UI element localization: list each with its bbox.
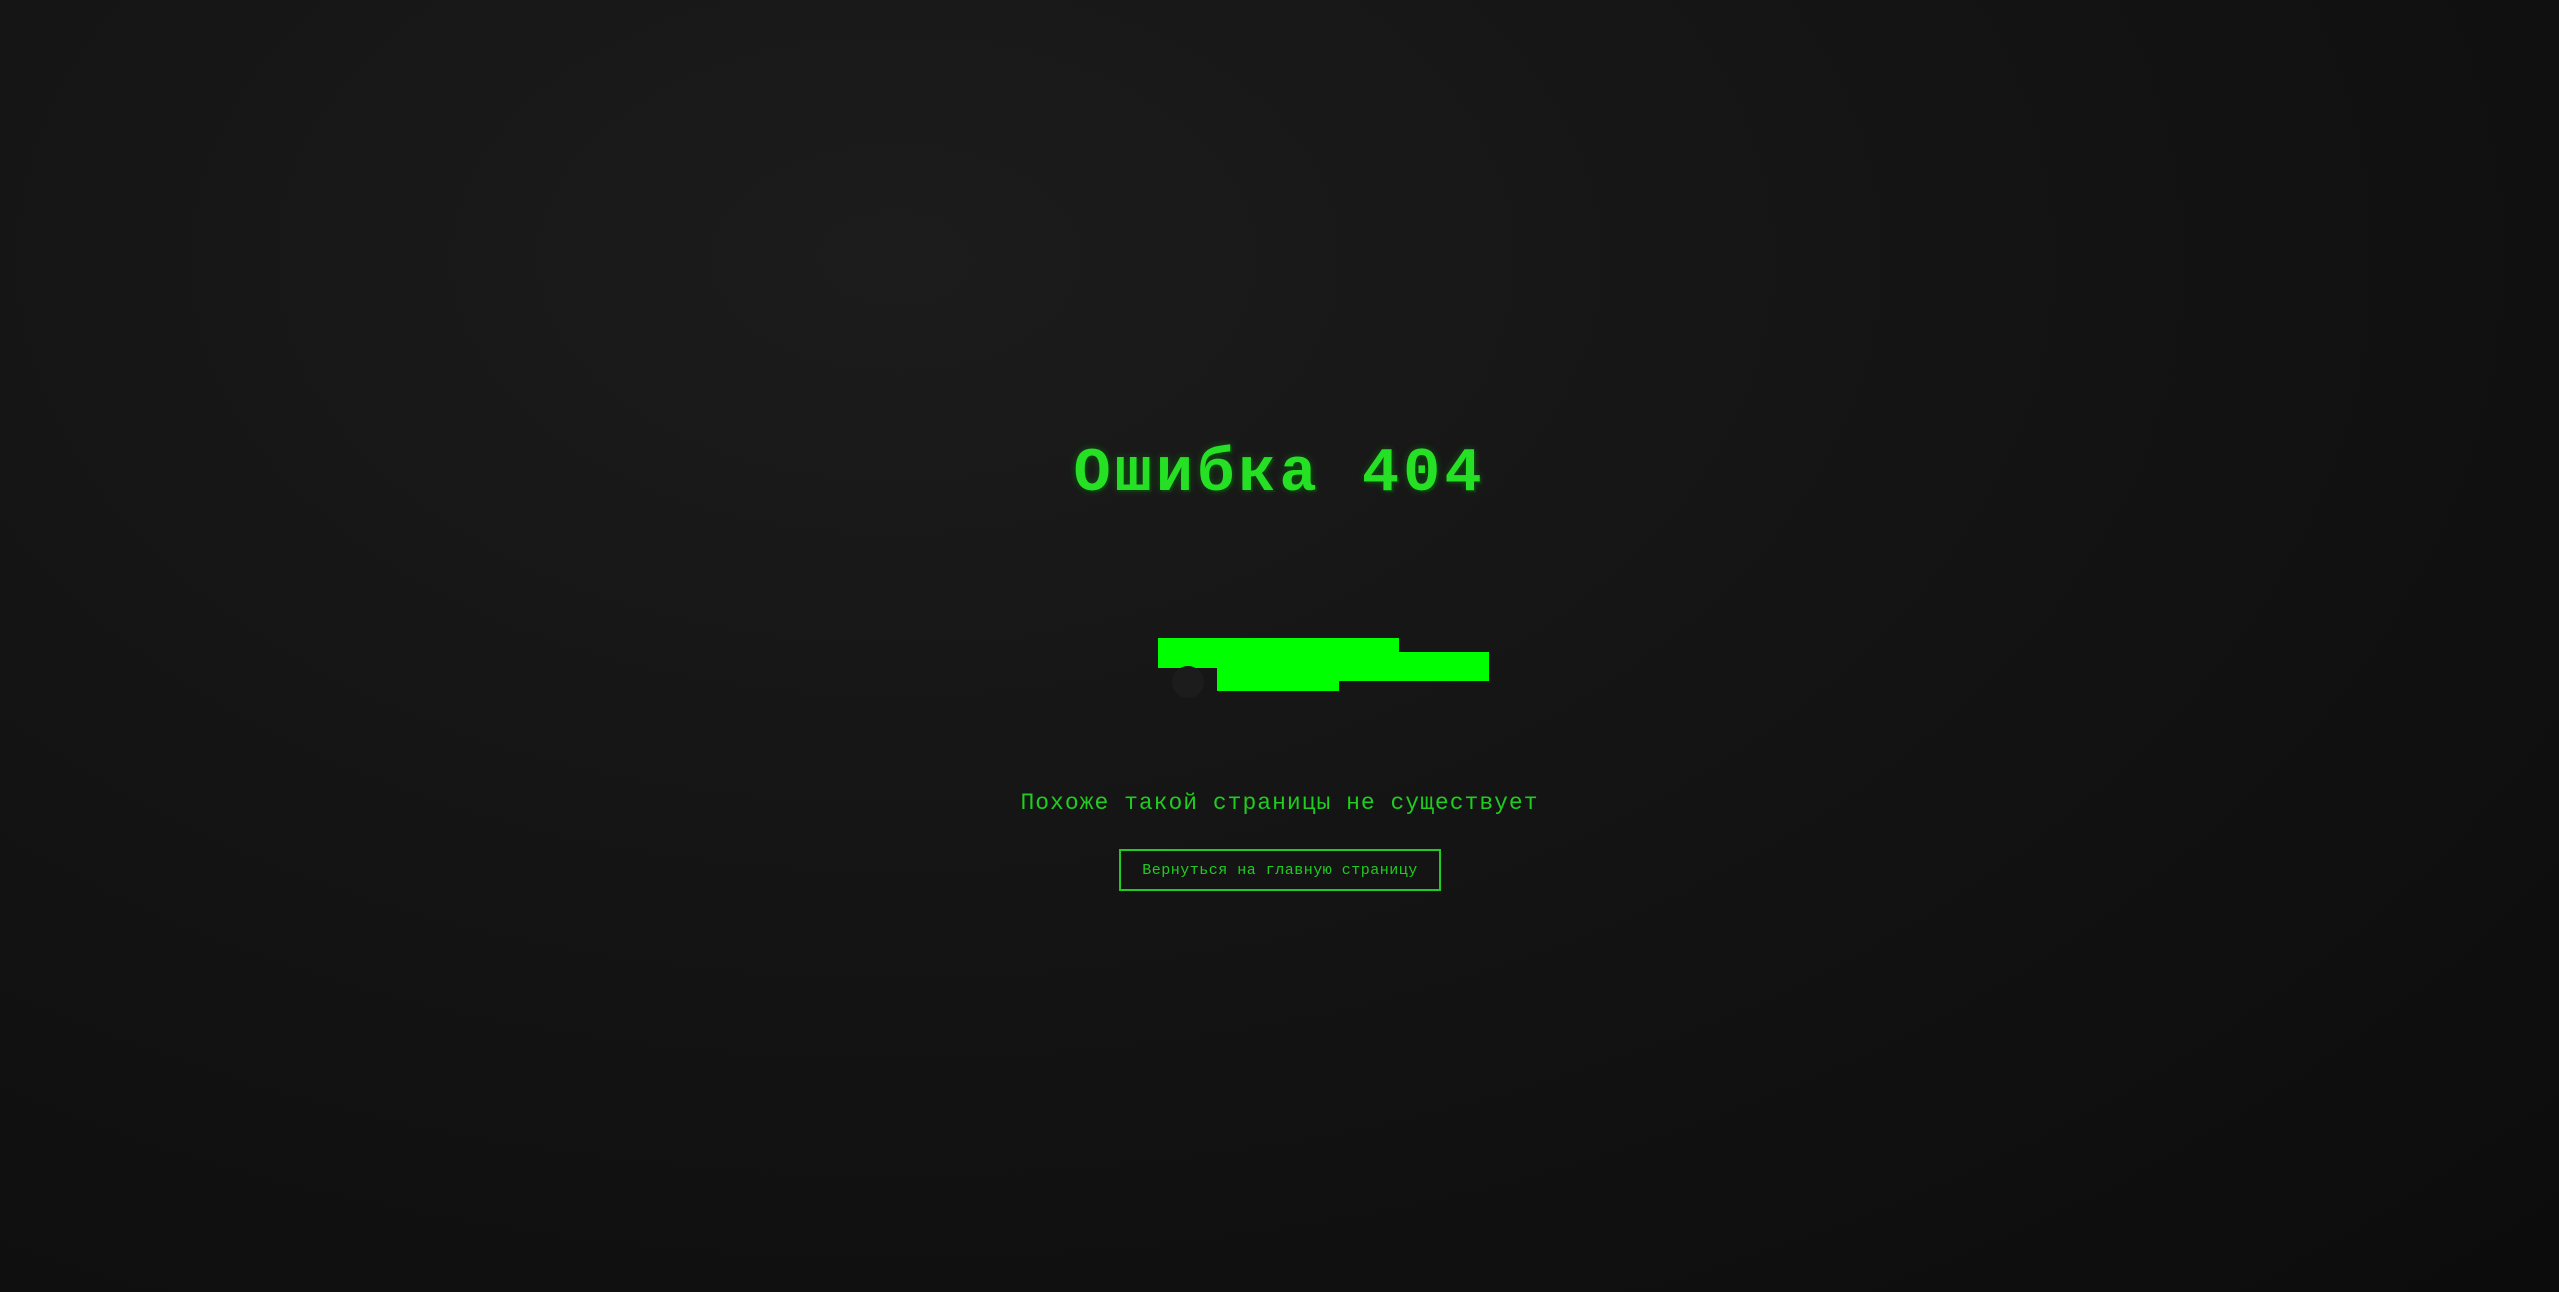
error-message: Похоже такой страницы не существует xyxy=(1020,790,1539,816)
glitch-graphic xyxy=(1158,636,1489,700)
glitch-dot xyxy=(1172,666,1204,698)
error-title: Ошибка 404 xyxy=(1073,438,1486,509)
error-page: Ошибка 404 Похоже такой страницы не суще… xyxy=(0,0,2559,1292)
glitch-bar-bottom xyxy=(1217,676,1339,691)
home-button[interactable]: Вернуться на главную страницу xyxy=(1119,849,1441,891)
